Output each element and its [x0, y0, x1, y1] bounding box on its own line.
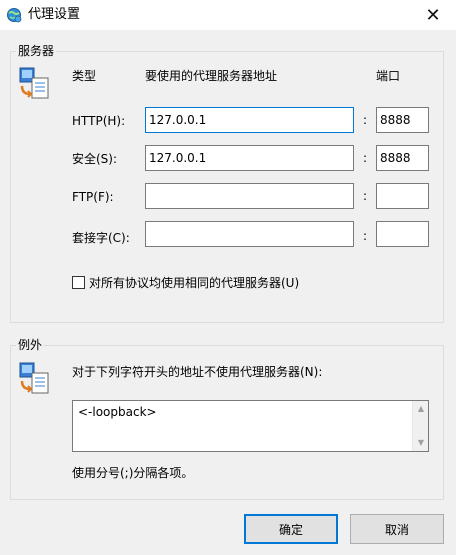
secure-label: 安全(S):: [72, 152, 118, 166]
exceptions-group-label: 例外: [16, 338, 45, 352]
exceptions-description: 对于下列字符开头的地址不使用代理服务器(N):: [72, 365, 323, 379]
servers-group-label: 服务器: [16, 44, 57, 58]
column-address-header: 要使用的代理服务器地址: [145, 69, 278, 83]
exceptions-scrollbar[interactable]: ▲ ▼: [412, 401, 428, 451]
proxy-server-icon: [19, 67, 49, 99]
same-proxy-checkbox[interactable]: [72, 276, 85, 289]
title-bar: 代理设置 ✕: [0, 0, 456, 30]
network-globe-icon: [7, 8, 22, 23]
window-title: 代理设置: [28, 7, 81, 22]
cancel-button[interactable]: 取消: [350, 514, 444, 544]
exceptions-hint: 使用分号(;)分隔各项。: [72, 466, 194, 480]
socks-colon: :: [363, 229, 368, 243]
http-colon: :: [363, 113, 368, 127]
exceptions-textarea[interactable]: <-loopback> ▲ ▼: [72, 400, 429, 452]
proxy-server-icon: [19, 362, 49, 394]
ftp-label: FTP(F):: [72, 190, 114, 204]
secure-address-input[interactable]: 127.0.0.1: [145, 145, 354, 171]
ftp-port-input[interactable]: [376, 183, 429, 209]
ok-button[interactable]: 确定: [244, 514, 338, 544]
socks-port-input[interactable]: [376, 221, 429, 247]
column-port-header: 端口: [376, 69, 401, 83]
socks-address-input[interactable]: [145, 221, 354, 247]
http-label: HTTP(H):: [72, 114, 126, 128]
scroll-up-icon[interactable]: ▲: [413, 401, 429, 417]
http-address-input[interactable]: 127.0.0.1: [145, 107, 354, 133]
ftp-address-input[interactable]: [145, 183, 354, 209]
secure-colon: :: [363, 151, 368, 165]
close-button[interactable]: ✕: [410, 0, 456, 30]
socks-label: 套接字(C):: [72, 231, 130, 245]
http-port-input[interactable]: 8888: [376, 107, 429, 133]
same-proxy-label[interactable]: 对所有协议均使用相同的代理服务器(U): [89, 276, 299, 290]
column-type-header: 类型: [72, 69, 97, 83]
exceptions-value: <-loopback>: [78, 405, 157, 419]
secure-port-input[interactable]: 8888: [376, 145, 429, 171]
close-icon: ✕: [425, 4, 441, 26]
scroll-down-icon[interactable]: ▼: [413, 435, 429, 451]
ftp-colon: :: [363, 189, 368, 203]
